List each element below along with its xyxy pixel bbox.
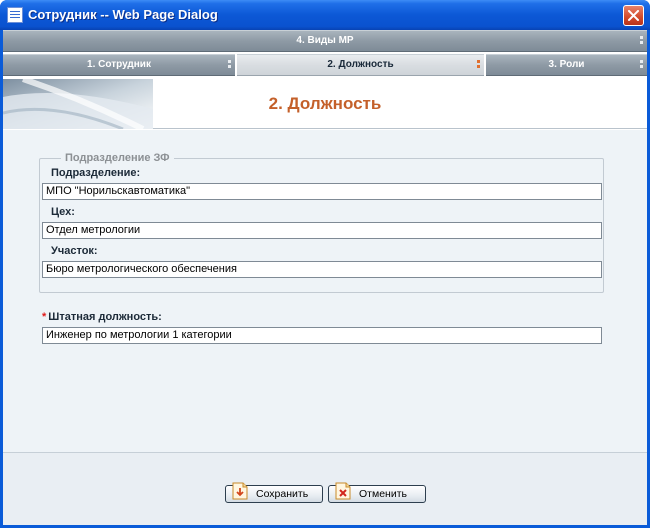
- tab-label: 4. Виды МР: [296, 35, 354, 46]
- close-button[interactable]: [623, 5, 644, 26]
- form-area: Подразделение ЗФ Подразделение: МПО "Нор…: [3, 130, 647, 452]
- tab-vidy-mr[interactable]: 4. Виды МР: [3, 30, 647, 52]
- division-field[interactable]: МПО "Норильскавтоматика": [42, 183, 602, 200]
- required-mark: *: [42, 311, 47, 323]
- cancel-icon: [335, 482, 351, 500]
- window-title: Сотрудник -- Web Page Dialog: [28, 7, 218, 22]
- cancel-button-label: Отменить: [359, 488, 407, 500]
- page-header: 2. Должность: [3, 79, 647, 129]
- save-button-label: Сохранить: [256, 488, 309, 500]
- title-bar[interactable]: Сотрудник -- Web Page Dialog: [0, 0, 650, 30]
- tab-grip-icon: [477, 60, 480, 70]
- shop-field[interactable]: Отдел метрологии: [42, 222, 602, 239]
- tab-dolzhnost[interactable]: 2. Должность: [237, 54, 484, 76]
- position-label: * Штатная должность:: [42, 311, 162, 323]
- position-label-text: Штатная должность:: [48, 311, 162, 323]
- tab-label: 2. Должность: [327, 59, 394, 70]
- cancel-button[interactable]: Отменить: [328, 482, 426, 503]
- tab-roli[interactable]: 3. Роли: [486, 54, 647, 76]
- section-label: Участок:: [51, 245, 98, 257]
- section-field[interactable]: Бюро метрологического обеспечения: [42, 261, 602, 278]
- tab-sotrudnik[interactable]: 1. Сотрудник: [3, 54, 235, 76]
- tab-grip-icon: [640, 60, 643, 70]
- tab-label: 3. Роли: [548, 59, 585, 70]
- tab-grip-icon: [640, 36, 643, 46]
- position-field[interactable]: Инженер по метрологии 1 категории: [42, 327, 602, 344]
- save-button[interactable]: Сохранить: [225, 482, 323, 503]
- shop-label: Цех:: [51, 206, 75, 218]
- page-title: 2. Должность: [268, 94, 382, 113]
- save-icon: [232, 482, 248, 500]
- dialog-window: Сотрудник -- Web Page Dialog 4. Виды МР …: [0, 0, 650, 528]
- close-icon: [628, 10, 639, 21]
- tab-grip-icon: [228, 60, 231, 70]
- dialog-client: 4. Виды МР 1. Сотрудник 2. Должность 3. …: [3, 30, 647, 525]
- dialog-footer: Сохранить Отменить: [3, 452, 647, 525]
- division-label: Подразделение:: [51, 167, 141, 179]
- page-icon: [7, 7, 23, 23]
- tab-label: 1. Сотрудник: [87, 59, 151, 70]
- division-group-legend: Подразделение ЗФ: [61, 152, 174, 164]
